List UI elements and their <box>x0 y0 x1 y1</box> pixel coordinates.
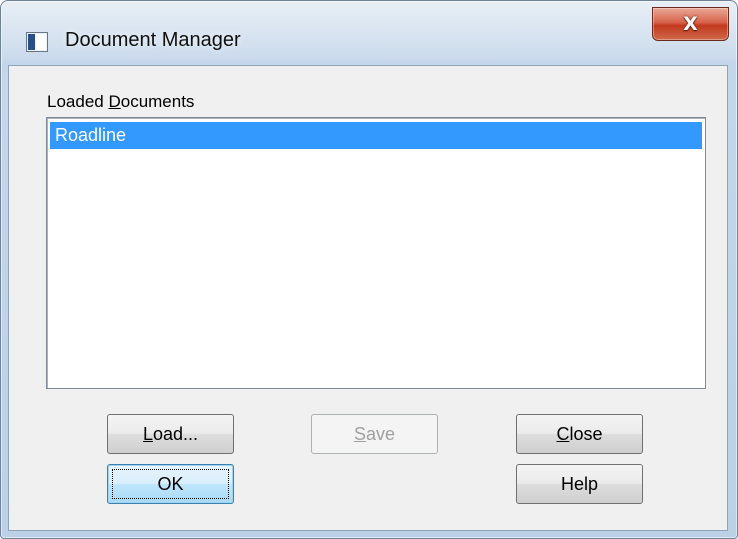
window-title: Document Manager <box>65 29 241 51</box>
app-document-icon[interactable] <box>26 32 48 52</box>
help-button[interactable]: Help <box>516 464 643 504</box>
loaded-documents-list[interactable]: Roadline <box>46 117 706 389</box>
close-button[interactable]: Close <box>516 414 643 454</box>
close-icon: X <box>683 13 698 35</box>
load-button[interactable]: Load... <box>107 414 234 454</box>
list-item[interactable]: Roadline <box>50 122 702 149</box>
loaded-documents-label: Loaded Documents <box>47 92 195 111</box>
close-window-button[interactable]: X <box>652 7 729 41</box>
save-button[interactable]: Save <box>311 414 438 454</box>
ok-button[interactable]: OK <box>107 464 234 504</box>
